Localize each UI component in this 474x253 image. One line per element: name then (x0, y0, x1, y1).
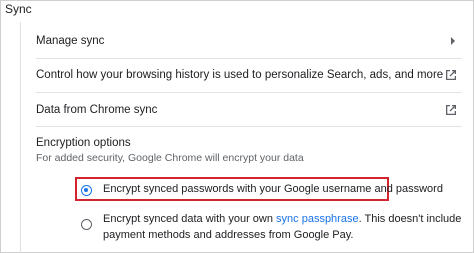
sync-passphrase-link[interactable]: sync passphrase (276, 213, 359, 225)
external-link-icon (446, 70, 456, 80)
manage-sync-row[interactable]: Manage sync (36, 24, 462, 58)
manage-sync-label: Manage sync (36, 35, 105, 47)
encrypt-passphrase-radio[interactable] (81, 219, 92, 230)
encrypt-passwords-label[interactable]: Encrypt synced passwords with your Googl… (103, 183, 443, 195)
passphrase-text-before: Encrypt synced data with your own (103, 213, 277, 225)
section-title: Sync (5, 2, 32, 16)
encryption-options-title: Encryption options (36, 137, 131, 149)
encryption-options-description: For added security, Google Chrome will e… (36, 152, 304, 164)
chrome-sync-data-label: Data from Chrome sync (36, 104, 158, 116)
chevron-right-icon (448, 36, 458, 46)
divider (36, 126, 462, 127)
external-link-icon (446, 105, 456, 115)
browsing-history-label: Control how your browsing history is use… (36, 69, 444, 81)
encrypt-passwords-radio[interactable] (81, 185, 92, 196)
encrypt-passphrase-label[interactable]: Encrypt synced data with your own sync p… (103, 211, 463, 243)
browsing-history-row[interactable]: Control how your browsing history is use… (36, 58, 462, 92)
chrome-sync-data-row[interactable]: Data from Chrome sync (36, 93, 462, 127)
